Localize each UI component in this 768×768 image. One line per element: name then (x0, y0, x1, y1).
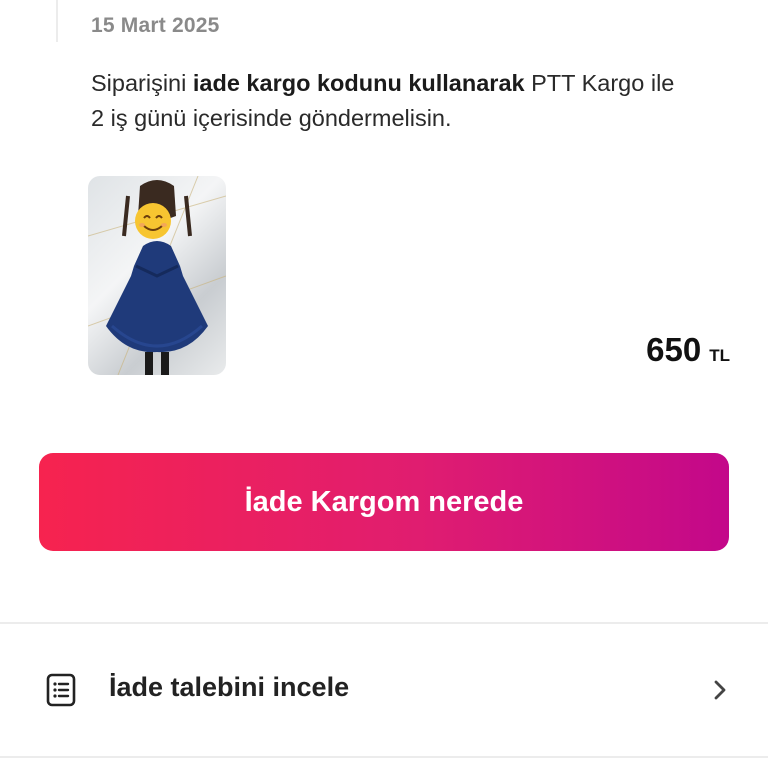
return-instructions: Siparişini iade kargo kodunu kullanarak … (91, 66, 691, 136)
instructions-text-start: Siparişini (91, 70, 193, 96)
instructions-emphasis: iade kargo kodunu kullanarak (192, 70, 525, 96)
price-amount: 650 (646, 331, 702, 368)
timeline-line (56, 0, 58, 42)
review-return-request-label: İade talebini incele (109, 672, 350, 702)
price-currency: TL (709, 346, 730, 365)
document-list-icon (46, 673, 76, 707)
product-image[interactable] (88, 176, 226, 375)
divider (0, 756, 768, 758)
product-price: 650 TL (646, 331, 730, 369)
review-return-request-row[interactable]: İade talebini incele (0, 624, 768, 754)
smiling-face-emoji (135, 203, 171, 239)
event-date: 15 Mart 2025 (91, 14, 220, 37)
chevron-right-icon (712, 678, 728, 702)
where-is-my-return-button[interactable]: İade Kargom nerede (39, 453, 729, 551)
blue-dress-photo (88, 176, 226, 375)
